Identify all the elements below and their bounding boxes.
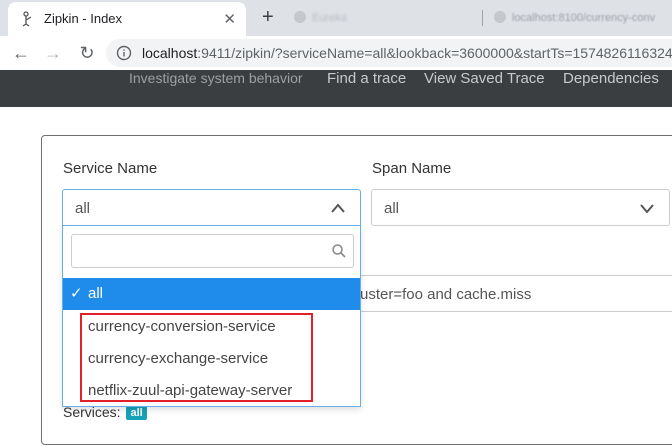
annotation-highlight-box [80, 313, 313, 402]
chevron-down-icon [640, 204, 654, 214]
span-name-value: all [384, 200, 400, 217]
service-name-label: Service Name [63, 160, 158, 177]
back-button[interactable]: ← [8, 40, 34, 66]
tab-title: localhost:8100/currency-conv [512, 12, 656, 24]
dropdown-option-all[interactable]: ✓ all [63, 278, 360, 310]
url-host: localhost [142, 45, 198, 61]
span-name-select[interactable]: all [371, 189, 670, 226]
info-icon[interactable] [116, 45, 132, 61]
option-label: all [88, 285, 104, 302]
nav-view-saved-trace[interactable]: View Saved Trace [424, 70, 545, 87]
new-tab-button[interactable]: + [262, 6, 274, 28]
app-navbar: Investigate system behavior Find a trace… [0, 70, 672, 107]
forward-button[interactable]: → [40, 40, 66, 66]
tab-title: Zipkin - Index [44, 11, 123, 26]
tab-close-icon[interactable]: ✕ [223, 10, 236, 28]
dropdown-search-input[interactable] [71, 234, 354, 268]
browser-toolbar: ← → ↻ localhost:9411/zipkin/?serviceName… [0, 36, 672, 70]
nav-dependencies[interactable]: Dependencies [563, 70, 659, 87]
tab-zipkin-index[interactable]: Zipkin - Index ✕ [8, 2, 246, 36]
tab-eureka[interactable]: Eureka [290, 8, 450, 26]
favicon-icon [294, 11, 306, 23]
check-icon: ✓ [70, 285, 83, 302]
tab-currency-conversion[interactable]: localhost:8100/currency-conv [490, 8, 672, 26]
service-badge: all [126, 406, 147, 420]
browser-tab-bar: Zipkin - Index ✕ + Eureka localhost:8100… [0, 0, 672, 36]
tab-title: Eureka [312, 12, 347, 24]
search-icon [332, 244, 346, 258]
address-bar[interactable]: localhost:9411/zipkin/?serviceName=all&l… [106, 39, 672, 67]
tab-separator [482, 10, 483, 26]
nav-find-trace[interactable]: Find a trace [327, 70, 406, 87]
reload-button[interactable]: ↻ [74, 40, 100, 66]
url-rest: :9411/zipkin/?serviceName=all&lookback=3… [197, 45, 672, 61]
navbar-tagline: Investigate system behavior [129, 70, 303, 86]
chevron-up-icon [331, 203, 345, 213]
service-name-value: all [75, 200, 91, 217]
service-name-select[interactable]: all [62, 189, 361, 226]
annotations-query-input[interactable]: uster=foo and cache.miss [359, 275, 672, 312]
favicon-icon [494, 11, 506, 23]
url-text: localhost:9411/zipkin/?serviceName=all&l… [142, 45, 672, 61]
zipkin-favicon-icon [22, 11, 32, 27]
annotations-query-value: uster=foo and cache.miss [360, 286, 532, 303]
span-name-label: Span Name [372, 160, 452, 177]
